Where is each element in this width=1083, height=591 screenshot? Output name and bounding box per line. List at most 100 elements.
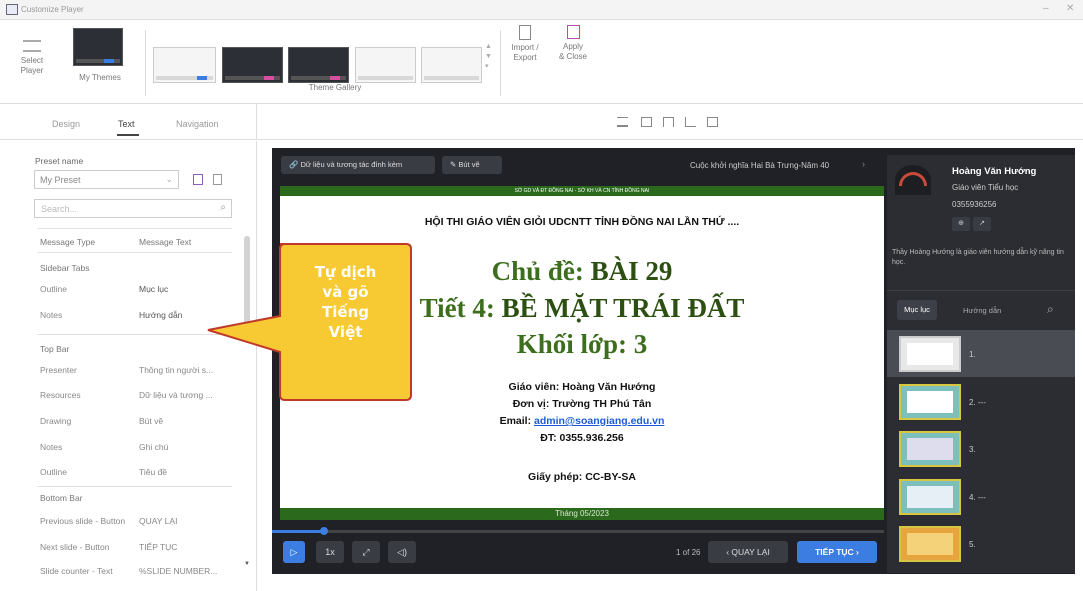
select-player-button[interactable]: Select Player (12, 40, 52, 76)
chevron-down-icon: ⌄ (165, 174, 173, 184)
table-row[interactable]: Notes Hướng dẫn (40, 310, 182, 320)
resources-button[interactable]: 🔗 Dữ liệu và tương tác đính kèm (281, 156, 435, 174)
theme-thumbnail[interactable] (355, 47, 416, 83)
panel-tabs: Design Text Navigation (0, 104, 257, 140)
section-bottom-bar: Bottom Bar (40, 493, 83, 503)
gallery-scroll-arrows[interactable]: ▲ ▼ ▾ (485, 42, 492, 72)
theme-thumbnail[interactable] (288, 47, 349, 83)
slide-header-band: SỞ GD VÀ ĐT ĐỒNG NAI - SỞ KH VÀ CN TỈNH … (280, 186, 884, 196)
document-icon (519, 25, 531, 40)
menu-thumbnail[interactable] (899, 336, 961, 372)
window-title: Customize Player (21, 5, 84, 14)
callout-text: Tự dịch và gõ Tiếng Việt (314, 263, 377, 341)
apply-close-button[interactable]: Apply & Close (553, 25, 593, 62)
table-row[interactable]: Next slide - Button TIẾP TỤC (40, 542, 177, 552)
next-button[interactable]: TIẾP TỤC › (797, 541, 877, 563)
ribbon: Select Player My Themes ▲ ▼ ▾ Theme Galler… (0, 20, 1083, 104)
email-link[interactable]: admin@soangiang.edu.vn (534, 415, 664, 427)
progress-track[interactable] (272, 530, 884, 533)
minimize-button[interactable]: – (1043, 3, 1049, 14)
tab-outline[interactable]: Mục lục (897, 300, 937, 320)
section-top-bar: Top Bar (40, 344, 70, 354)
fullscreen-button[interactable]: ⤢ (352, 541, 380, 563)
drawing-button[interactable]: ✎ Bút vẽ (442, 156, 502, 174)
slide-email: Email: admin@soangiang.edu.vn (499, 415, 665, 427)
active-tab-indicator (117, 134, 139, 136)
menu-item-label[interactable]: 1. (969, 350, 976, 359)
scroll-down-arrow[interactable]: ▼ (244, 561, 250, 567)
play-icon: ▷ (290, 547, 298, 557)
my-themes-dropdown[interactable]: My Themes (70, 73, 130, 83)
table-row[interactable]: Notes Ghi chú (40, 442, 168, 452)
close-button[interactable]: ✕ (1066, 3, 1074, 14)
apply-icon (566, 25, 580, 39)
prev-button[interactable]: ‹ QUAY LẠI (708, 541, 788, 563)
volume-icon: ◁) (397, 547, 407, 557)
presenter-name: Hoàng Văn Hướng (952, 166, 1037, 177)
preset-select[interactable]: My Preset ⌄ (34, 170, 179, 189)
table-header: Message Type Message Text (40, 237, 192, 247)
slide-phone: ĐT: 0355.936.256 (540, 432, 624, 444)
theme-thumbnail[interactable] (153, 47, 216, 83)
layout-full-icon[interactable] (641, 117, 652, 127)
player-title: Cuộc khởi nghĩa Hai Bà Trưng-Năm 40 (690, 161, 830, 170)
menu-item-label[interactable]: 3. (969, 445, 976, 454)
player-icon (23, 40, 41, 52)
theme-gallery-label: Theme Gallery (308, 83, 362, 92)
paperclip-icon: 🔗 (289, 160, 301, 169)
player-sidebar: Hoàng Văn Hướng Giáo viên Tiểu học 03559… (887, 155, 1075, 573)
volume-button[interactable]: ◁) (388, 541, 416, 563)
app-icon (6, 4, 18, 15)
theme-thumbnail[interactable] (222, 47, 283, 83)
slide-footer-band: Tháng 05/2023 (280, 508, 884, 520)
progress-handle[interactable] (320, 527, 328, 535)
search-icon[interactable]: ⌕ (1047, 302, 1054, 317)
table-row[interactable]: Outline Mục lục (40, 284, 168, 294)
tab-text[interactable]: Text (118, 119, 135, 129)
trash-icon[interactable] (213, 174, 222, 185)
chevron-right-icon[interactable]: › (862, 159, 865, 169)
slide-counter: 1 of 26 (676, 548, 701, 557)
preset-name-label: Preset name (35, 156, 84, 166)
layout-toolbar (257, 104, 1083, 140)
tab-notes[interactable]: Hướng dẫn (963, 306, 1001, 315)
table-row[interactable]: Previous slide - Button QUAY LẠI (40, 516, 177, 526)
expand-icon: ⤢ (362, 547, 370, 557)
avatar (895, 165, 931, 195)
menu-thumbnail[interactable] (899, 384, 961, 420)
save-icon[interactable] (193, 174, 203, 185)
tab-navigation[interactable]: Navigation (176, 119, 219, 129)
menu-thumbnail[interactable] (899, 479, 961, 515)
section-sidebar-tabs: Sidebar Tabs (40, 263, 90, 273)
table-row[interactable]: Resources Dữ liệu và tương ... (40, 390, 213, 400)
layout-none-icon[interactable] (707, 117, 718, 127)
progress-fill (272, 530, 324, 533)
presenter-role: Giáo viên Tiểu học (952, 183, 1019, 192)
table-row[interactable]: Slide counter - Text %SLIDE NUMBER... (40, 566, 217, 576)
menu-item-label[interactable]: 2. --- (969, 398, 986, 407)
menu-thumbnail[interactable] (899, 526, 961, 562)
tab-design[interactable]: Design (52, 119, 80, 129)
table-row[interactable]: Presenter Thông tin người s... (40, 365, 213, 375)
presenter-bio: Thầy Hoàng Hướng là giáo viên hướng dẫn … (892, 249, 1064, 266)
table-row[interactable]: Drawing Bút vẽ (40, 416, 163, 426)
menu-thumbnail[interactable] (899, 431, 961, 467)
import-export-button[interactable]: Import / Export (505, 25, 545, 63)
layout-bottombar-icon[interactable] (685, 117, 696, 127)
slide-contest: HỘI THI GIÁO VIÊN GIỎI UDCNTT TỈNH ĐỒNG … (424, 216, 740, 228)
table-row[interactable]: Outline Tiêu đề (40, 467, 167, 477)
external-link-icon[interactable]: ↗ (973, 217, 991, 231)
play-button[interactable]: ▷ (283, 541, 305, 563)
search-input[interactable]: Search... ⌕ (34, 199, 232, 218)
slide-license: Giấy phép: CC-BY-SA (528, 471, 636, 483)
layout-topbar-icon[interactable] (617, 117, 628, 127)
title-bar: Customize Player – ✕ (0, 0, 1083, 20)
speed-button[interactable]: 1x (316, 541, 344, 563)
menu-item-label[interactable]: 5. (969, 540, 976, 549)
search-icon: ⌕ (220, 202, 226, 213)
globe-icon[interactable]: ⊕ (952, 217, 970, 231)
theme-thumbnail[interactable] (421, 47, 482, 83)
layout-sidebar-icon[interactable] (663, 117, 674, 127)
my-theme-thumbnail[interactable] (73, 28, 123, 66)
menu-item-label[interactable]: 4. --- (969, 493, 986, 502)
